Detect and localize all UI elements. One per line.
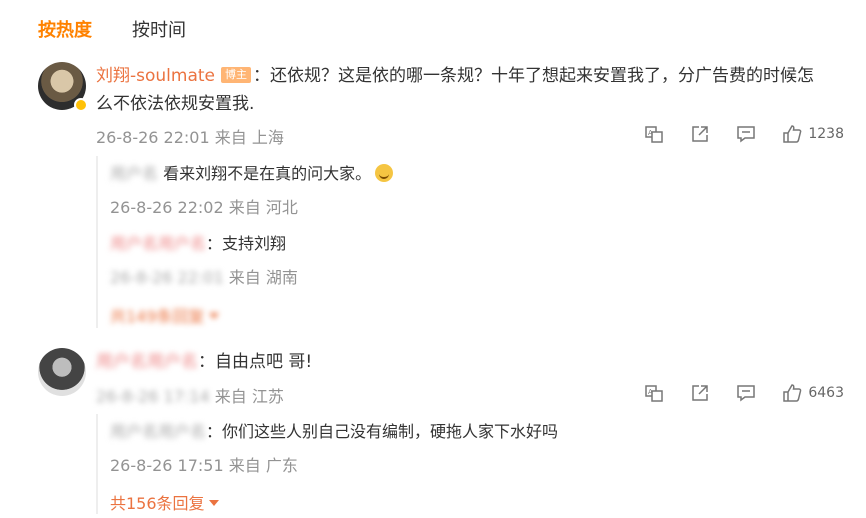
like-count: 6463 [808, 385, 844, 401]
tab-sort-by-hot[interactable]: 按热度 [38, 16, 92, 42]
svg-text:A: A [648, 388, 653, 396]
comment-username[interactable]: 刘翔-soulmate [96, 66, 215, 86]
more-replies-label: 共149条回复 [110, 307, 205, 326]
chevron-down-icon [208, 313, 219, 319]
comment-time: 26-8-26 22:01 [96, 128, 210, 147]
reply-username[interactable]: 用户名用户名 [110, 234, 206, 253]
comment-text-line2: 么不依法依规安置我. [96, 94, 255, 114]
comment-body: 刘翔-soulmate 博主 ：还依规？这是依的哪一条规？十年了想起来安置我了，分广… [96, 62, 846, 118]
reply-text: 看来刘翔不是在真的问大家。 [163, 164, 372, 183]
share-icon[interactable] [690, 383, 710, 403]
reply-item: 用户名 看来刘翔不是在真的问大家。 [110, 162, 394, 186]
reply-meta: 26-8-26 17:51 来自 广东 [110, 452, 298, 476]
comment-text: ：自由点吧 哥! [198, 352, 313, 372]
thumbs-up-icon [783, 125, 802, 143]
reply-username[interactable]: 用户名用户名 [110, 422, 206, 441]
reply-username[interactable]: 用户名 [110, 164, 158, 183]
like-count: 1238 [808, 126, 844, 142]
reply-time: 26-8-26 17:51 [110, 456, 224, 475]
sort-tabs: 按热度 按时间 [38, 16, 186, 42]
comment-actions: A 6463 [644, 383, 844, 403]
reply-text: ：你们这些人别自己没有编制，硬拖人家下水好吗 [206, 422, 559, 441]
comment-body: 用户名用户名：自由点吧 哥! [96, 348, 846, 376]
like-button[interactable]: 6463 [782, 383, 844, 403]
comment-icon[interactable] [736, 383, 756, 403]
reply-location: 来自 广东 [228, 456, 298, 475]
reply-time: 26-8-26 22:01 [110, 268, 224, 287]
comment-text-line1: ：还依规？这是依的哪一条规？十年了想起来安置我了，分广告费的时候怎 [253, 66, 814, 86]
translate-icon[interactable]: A [644, 124, 664, 144]
chevron-down-icon [208, 500, 219, 506]
author-tag: 博主 [221, 67, 251, 83]
more-replies-label: 共156条回复 [110, 494, 205, 513]
avatar[interactable] [38, 348, 86, 396]
thumbs-up-icon [783, 384, 802, 402]
reply-item: 用户名用户名：你们这些人别自己没有编制，硬拖人家下水好吗 [110, 420, 558, 444]
comment-meta: 26-8-26 22:01 来自 上海 [96, 124, 284, 148]
reply-time: 26-8-26 22:02 [110, 198, 224, 217]
tab-sort-by-time[interactable]: 按时间 [132, 16, 186, 42]
share-icon[interactable] [690, 124, 710, 144]
reply-item: 用户名用户名：支持刘翔 [110, 232, 286, 256]
comment-meta: 26-8-26 17:14 来自 江苏 [96, 383, 284, 407]
comment-time: 26-8-26 17:14 [96, 387, 210, 406]
comment-location: 来自 江苏 [214, 387, 284, 406]
more-replies-link[interactable]: 共149条回复 [110, 303, 219, 327]
translate-icon[interactable]: A [644, 383, 664, 403]
comment-icon[interactable] [736, 124, 756, 144]
reply-text: ：支持刘翔 [206, 234, 287, 253]
svg-text:A: A [648, 129, 653, 137]
comment-username[interactable]: 用户名用户名 [96, 352, 198, 372]
comment-actions: A 1238 [644, 124, 844, 144]
more-replies-link[interactable]: 共156条回复 [110, 490, 219, 514]
reply-location: 来自 湖南 [228, 268, 298, 287]
doge-emoji-icon [375, 164, 394, 182]
reply-meta: 26-8-26 22:02 来自 河北 [110, 194, 298, 218]
verified-badge-icon [74, 98, 88, 112]
reply-meta: 26-8-26 22:01 来自 湖南 [110, 264, 298, 288]
reply-location: 来自 河北 [228, 198, 298, 217]
like-button[interactable]: 1238 [782, 124, 844, 144]
comment-location: 来自 上海 [214, 128, 284, 147]
